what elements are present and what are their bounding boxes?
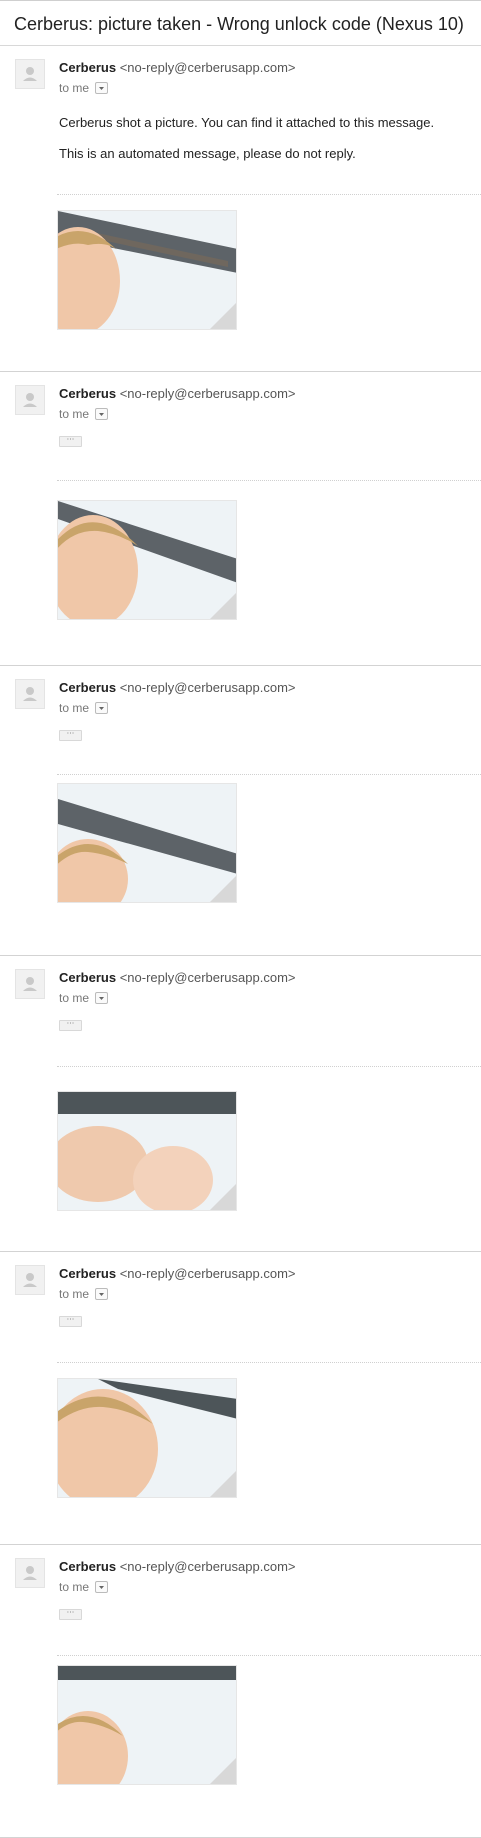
sender-email: <no-reply@cerberusapp.com>: [119, 1559, 296, 1574]
message[interactable]: Cerberus <no-reply@cerberusapp.com> to m…: [0, 46, 481, 372]
sender-name: Cerberus: [59, 970, 117, 985]
attachment-image[interactable]: [57, 1378, 237, 1498]
message[interactable]: Cerberus <no-reply@cerberusapp.com> to m…: [0, 666, 481, 956]
body-line: This is an automated message, please do …: [59, 146, 356, 161]
show-trimmed-content-button[interactable]: ···: [59, 1316, 82, 1327]
body-line: Cerberus shot a picture. You can find it…: [59, 115, 435, 130]
recipient-label: to me: [59, 1580, 90, 1594]
sender-email: <no-reply@cerberusapp.com>: [119, 60, 296, 75]
recipient-label: to me: [59, 407, 90, 421]
sender-name: Cerberus: [59, 60, 117, 75]
recipient-line: to me: [59, 991, 109, 1005]
recipient-line: to me: [59, 701, 109, 715]
avatar-icon: [15, 385, 45, 415]
avatar-icon: [15, 1265, 45, 1295]
recipient-label: to me: [59, 1287, 90, 1301]
sender-name: Cerberus: [59, 386, 117, 401]
recipient-line: to me: [59, 1287, 109, 1301]
show-trimmed-content-button[interactable]: ···: [59, 1609, 82, 1620]
attachment-image[interactable]: [57, 1091, 237, 1211]
attachment-image[interactable]: [57, 500, 237, 620]
message-body: Cerberus shot a picture. You can find it…: [59, 114, 434, 176]
message[interactable]: Cerberus <no-reply@cerberusapp.com> to m…: [0, 956, 481, 1252]
message[interactable]: Cerberus <no-reply@cerberusapp.com> to m…: [0, 1252, 481, 1545]
sender: Cerberus <no-reply@cerberusapp.com>: [59, 970, 296, 985]
avatar-icon: [15, 59, 45, 89]
chevron-down-icon[interactable]: [95, 1580, 109, 1593]
sender-email: <no-reply@cerberusapp.com>: [119, 1266, 296, 1281]
recipient-line: to me: [59, 1580, 109, 1594]
sender-email: <no-reply@cerberusapp.com>: [119, 680, 296, 695]
recipient-label: to me: [59, 991, 90, 1005]
sender-email: <no-reply@cerberusapp.com>: [119, 386, 296, 401]
recipient-label: to me: [59, 81, 90, 95]
sender: Cerberus <no-reply@cerberusapp.com>: [59, 1559, 296, 1574]
chevron-down-icon[interactable]: [95, 701, 109, 714]
avatar-icon: [15, 969, 45, 999]
message[interactable]: Cerberus <no-reply@cerberusapp.com> to m…: [0, 372, 481, 666]
chevron-down-icon[interactable]: [95, 81, 109, 94]
avatar-icon: [15, 1558, 45, 1588]
message[interactable]: Cerberus <no-reply@cerberusapp.com> to m…: [0, 1545, 481, 1838]
attachment-divider: [57, 194, 481, 195]
attachment-image[interactable]: [57, 210, 237, 330]
sender-name: Cerberus: [59, 680, 117, 695]
subject-title: Cerberus: picture taken - Wrong unlock c…: [0, 0, 481, 46]
sender-name: Cerberus: [59, 1559, 117, 1574]
show-trimmed-content-button[interactable]: ···: [59, 436, 82, 447]
sender: Cerberus <no-reply@cerberusapp.com>: [59, 1266, 296, 1281]
sender-email: <no-reply@cerberusapp.com>: [119, 970, 296, 985]
attachment-divider: [57, 1655, 481, 1656]
sender: Cerberus <no-reply@cerberusapp.com>: [59, 680, 296, 695]
chevron-down-icon[interactable]: [95, 991, 109, 1004]
attachment-divider: [57, 1066, 481, 1067]
attachment-divider: [57, 480, 481, 481]
sender: Cerberus <no-reply@cerberusapp.com>: [59, 60, 296, 75]
recipient-line: to me: [59, 81, 109, 95]
show-trimmed-content-button[interactable]: ···: [59, 730, 82, 741]
attachment-image[interactable]: [57, 783, 237, 903]
chevron-down-icon[interactable]: [95, 1287, 109, 1300]
show-trimmed-content-button[interactable]: ···: [59, 1020, 82, 1031]
sender-name: Cerberus: [59, 1266, 117, 1281]
attachment-divider: [57, 774, 481, 775]
avatar-icon: [15, 679, 45, 709]
recipient-line: to me: [59, 407, 109, 421]
attachment-image[interactable]: [57, 1665, 237, 1785]
chevron-down-icon[interactable]: [95, 407, 109, 420]
recipient-label: to me: [59, 701, 90, 715]
sender: Cerberus <no-reply@cerberusapp.com>: [59, 386, 296, 401]
attachment-divider: [57, 1362, 481, 1363]
